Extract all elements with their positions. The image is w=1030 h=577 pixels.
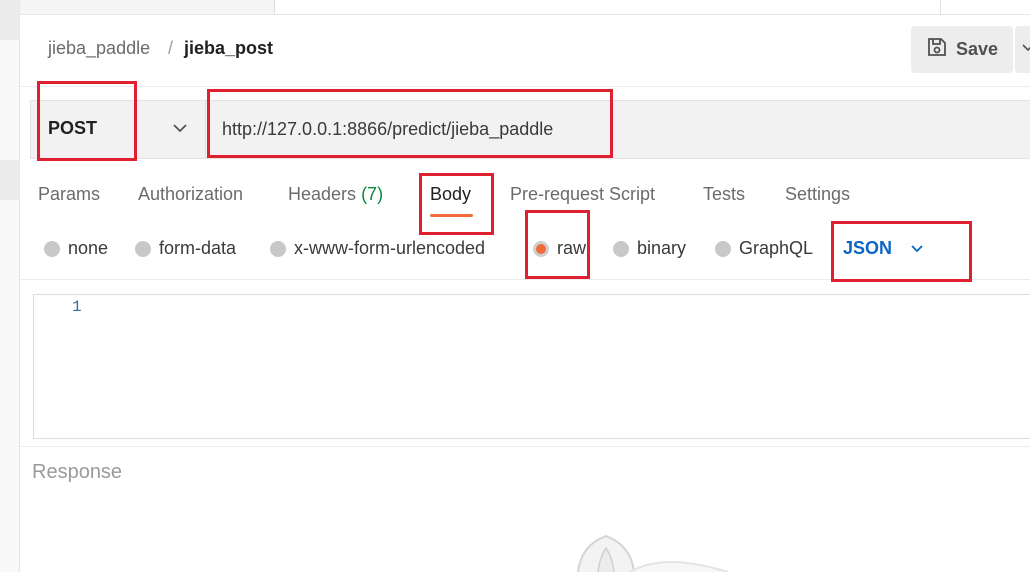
editor-line-number: 1 bbox=[72, 298, 82, 316]
body-type-graphql[interactable]: GraphQL bbox=[715, 238, 813, 259]
sidebar-selected-item[interactable] bbox=[0, 160, 19, 200]
breadcrumb-separator: / bbox=[168, 38, 174, 58]
body-type-label: none bbox=[68, 238, 109, 258]
tab-headers[interactable]: Headers (7) bbox=[288, 184, 383, 205]
request-tab[interactable] bbox=[20, 0, 275, 14]
sidebar-tab[interactable] bbox=[0, 0, 19, 40]
response-section-title: Response bbox=[32, 461, 123, 483]
tab-pre-request-script[interactable]: Pre-request Script bbox=[510, 184, 655, 205]
breadcrumb-parent[interactable]: jieba_paddle bbox=[48, 38, 150, 59]
save-disk-icon bbox=[926, 36, 948, 63]
method-divider bbox=[205, 100, 206, 159]
annotation-box bbox=[37, 81, 137, 161]
radio-button[interactable] bbox=[613, 240, 629, 257]
tab-params[interactable]: Params bbox=[38, 184, 100, 205]
editor-divider bbox=[20, 446, 1030, 447]
top-tab-bar bbox=[20, 0, 1030, 15]
body-type-form-data[interactable]: form-data bbox=[135, 238, 236, 259]
save-label: Save bbox=[955, 39, 999, 59]
header-divider bbox=[20, 86, 1030, 87]
chevron-down-icon bbox=[1022, 44, 1030, 52]
headers-count-badge: (7) bbox=[361, 184, 384, 204]
left-sidebar-strip bbox=[0, 0, 20, 572]
body-type-label: binary bbox=[637, 238, 687, 258]
save-button[interactable]: Save bbox=[911, 26, 1013, 73]
annotation-box bbox=[207, 89, 613, 158]
rocket-illustration-icon bbox=[568, 532, 738, 577]
body-type-label: GraphQL bbox=[739, 238, 814, 258]
tab-headers-label: Headers bbox=[288, 184, 357, 204]
body-type-label: x-www-form-urlencoded bbox=[294, 238, 486, 258]
body-type-label: form-data bbox=[159, 238, 237, 258]
breadcrumb-current[interactable]: jieba_post bbox=[184, 38, 273, 59]
body-type-x-www-form-urlencoded[interactable]: x-www-form-urlencoded bbox=[270, 238, 485, 259]
chevron-down-icon[interactable] bbox=[172, 118, 188, 143]
annotation-box bbox=[831, 221, 972, 282]
radio-button[interactable] bbox=[44, 240, 60, 257]
radio-button[interactable] bbox=[270, 240, 286, 257]
radio-button[interactable] bbox=[715, 240, 731, 257]
annotation-box bbox=[525, 210, 590, 279]
request-tab[interactable] bbox=[275, 0, 941, 14]
tab-settings[interactable]: Settings bbox=[785, 184, 850, 205]
annotation-box bbox=[419, 173, 494, 235]
radio-button[interactable] bbox=[135, 240, 151, 257]
body-code-editor[interactable] bbox=[33, 294, 1030, 439]
body-type-none[interactable]: none bbox=[44, 238, 108, 259]
save-options-button[interactable] bbox=[1015, 26, 1030, 73]
body-type-binary[interactable]: binary bbox=[613, 238, 686, 259]
tab-tests[interactable]: Tests bbox=[703, 184, 745, 205]
tab-authorization[interactable]: Authorization bbox=[138, 184, 243, 205]
